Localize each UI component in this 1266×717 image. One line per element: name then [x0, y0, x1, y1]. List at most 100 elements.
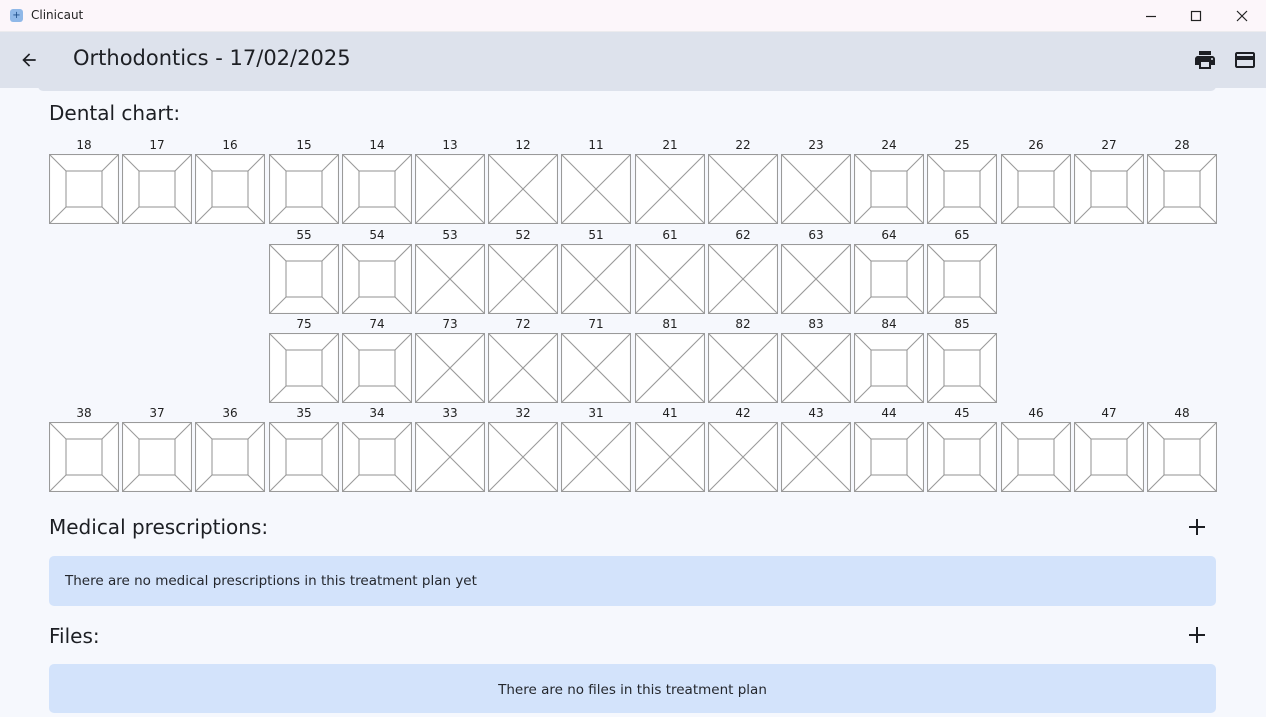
tooth-number: 38: [76, 406, 92, 420]
tooth-12[interactable]: 12: [488, 138, 558, 224]
tooth-53[interactable]: 53: [415, 228, 485, 314]
tooth-number: 26: [1028, 138, 1044, 152]
tooth-72[interactable]: 72: [488, 317, 558, 403]
tooth-48[interactable]: 48: [1147, 406, 1217, 492]
tooth-16[interactable]: 16: [195, 138, 265, 224]
tooth-83[interactable]: 83: [781, 317, 851, 403]
tooth-number: 46: [1028, 406, 1044, 420]
tooth-24[interactable]: 24: [854, 138, 924, 224]
tooth-missing-diagram: [561, 244, 631, 314]
tooth-missing-diagram: [781, 333, 851, 403]
tooth-surfaces-diagram: [1147, 154, 1217, 224]
tooth-surfaces-diagram: [854, 154, 924, 224]
tooth-number: 41: [662, 406, 678, 420]
tooth-missing-diagram: [561, 422, 631, 492]
tooth-61[interactable]: 61: [635, 228, 705, 314]
tooth-surfaces-diagram: [1147, 422, 1217, 492]
tooth-43[interactable]: 43: [781, 406, 851, 492]
tooth-surfaces-diagram: [854, 422, 924, 492]
tooth-22[interactable]: 22: [708, 138, 778, 224]
tooth-82[interactable]: 82: [708, 317, 778, 403]
tooth-surfaces-diagram: [122, 154, 192, 224]
tooth-42[interactable]: 42: [708, 406, 778, 492]
files-empty-text: There are no files in this treatment pla…: [498, 682, 767, 698]
tooth-41[interactable]: 41: [635, 406, 705, 492]
tooth-number: 44: [881, 406, 897, 420]
tooth-52[interactable]: 52: [488, 228, 558, 314]
tooth-number: 71: [588, 317, 604, 331]
tooth-missing-diagram: [415, 333, 485, 403]
tooth-23[interactable]: 23: [781, 138, 851, 224]
tooth-missing-diagram: [781, 244, 851, 314]
tooth-number: 84: [881, 317, 897, 331]
tooth-73[interactable]: 73: [415, 317, 485, 403]
tooth-51[interactable]: 51: [561, 228, 631, 314]
tooth-37[interactable]: 37: [122, 406, 192, 492]
tooth-65[interactable]: 65: [927, 228, 997, 314]
tooth-number: 51: [588, 228, 604, 242]
tooth-missing-diagram: [708, 154, 778, 224]
tooth-28[interactable]: 28: [1147, 138, 1217, 224]
tooth-34[interactable]: 34: [342, 406, 412, 492]
tooth-18[interactable]: 18: [49, 138, 119, 224]
tooth-missing-diagram: [415, 244, 485, 314]
tooth-81[interactable]: 81: [635, 317, 705, 403]
tooth-number: 45: [954, 406, 970, 420]
tooth-surfaces-diagram: [342, 422, 412, 492]
tooth-surfaces-diagram: [927, 154, 997, 224]
tooth-13[interactable]: 13: [415, 138, 485, 224]
tooth-missing-diagram: [781, 422, 851, 492]
tooth-71[interactable]: 71: [561, 317, 631, 403]
tooth-63[interactable]: 63: [781, 228, 851, 314]
tooth-missing-diagram: [781, 154, 851, 224]
tooth-75[interactable]: 75: [269, 317, 339, 403]
tooth-15[interactable]: 15: [269, 138, 339, 224]
tooth-surfaces-diagram: [269, 244, 339, 314]
tooth-surfaces-diagram: [342, 333, 412, 403]
tooth-62[interactable]: 62: [708, 228, 778, 314]
tooth-14[interactable]: 14: [342, 138, 412, 224]
add-file-button[interactable]: [1184, 622, 1210, 648]
tooth-number: 55: [296, 228, 312, 242]
tooth-17[interactable]: 17: [122, 138, 192, 224]
tooth-46[interactable]: 46: [1001, 406, 1071, 492]
tooth-55[interactable]: 55: [269, 228, 339, 314]
tooth-45[interactable]: 45: [927, 406, 997, 492]
tooth-number: 21: [662, 138, 678, 152]
tooth-number: 47: [1101, 406, 1117, 420]
tooth-33[interactable]: 33: [415, 406, 485, 492]
tooth-36[interactable]: 36: [195, 406, 265, 492]
tooth-number: 14: [369, 138, 385, 152]
tooth-25[interactable]: 25: [927, 138, 997, 224]
tooth-31[interactable]: 31: [561, 406, 631, 492]
tooth-11[interactable]: 11: [561, 138, 631, 224]
tooth-84[interactable]: 84: [854, 317, 924, 403]
tooth-number: 48: [1174, 406, 1190, 420]
tooth-surfaces-diagram: [927, 244, 997, 314]
tooth-54[interactable]: 54: [342, 228, 412, 314]
tooth-number: 63: [808, 228, 824, 242]
plus-icon: [1189, 627, 1205, 643]
tooth-missing-diagram: [488, 244, 558, 314]
add-prescription-button[interactable]: [1184, 514, 1210, 540]
tooth-21[interactable]: 21: [635, 138, 705, 224]
tooth-47[interactable]: 47: [1074, 406, 1144, 492]
tooth-number: 11: [588, 138, 604, 152]
tooth-surfaces-diagram: [342, 154, 412, 224]
tooth-35[interactable]: 35: [269, 406, 339, 492]
tooth-38[interactable]: 38: [49, 406, 119, 492]
prescriptions-empty-text: There are no medical prescriptions in th…: [65, 573, 477, 589]
tooth-surfaces-diagram: [49, 422, 119, 492]
tooth-26[interactable]: 26: [1001, 138, 1071, 224]
tooth-74[interactable]: 74: [342, 317, 412, 403]
tooth-32[interactable]: 32: [488, 406, 558, 492]
tooth-number: 74: [369, 317, 385, 331]
tooth-64[interactable]: 64: [854, 228, 924, 314]
tooth-44[interactable]: 44: [854, 406, 924, 492]
plus-icon: [1189, 519, 1205, 535]
tooth-number: 12: [515, 138, 531, 152]
tooth-27[interactable]: 27: [1074, 138, 1144, 224]
tooth-surfaces-diagram: [269, 154, 339, 224]
tooth-number: 18: [76, 138, 92, 152]
tooth-85[interactable]: 85: [927, 317, 997, 403]
